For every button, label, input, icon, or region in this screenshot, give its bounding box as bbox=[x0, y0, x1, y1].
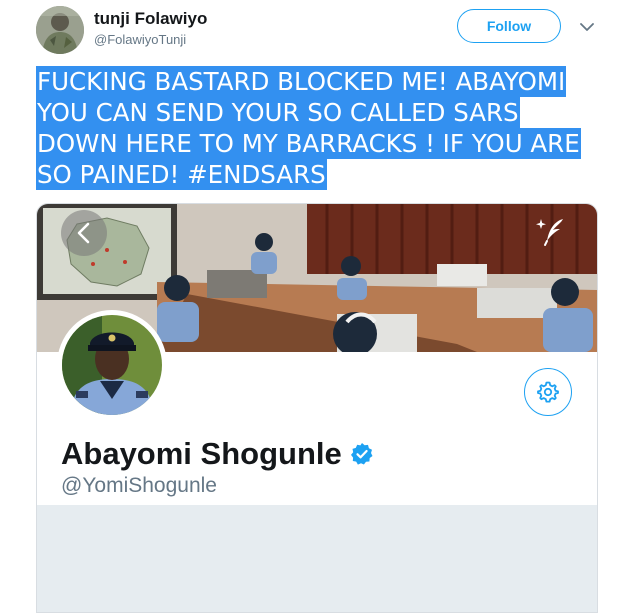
tweet-text-line: FUCKING BASTARD BLOCKED ME! ABAYOMI bbox=[36, 66, 567, 97]
chevron-down-icon[interactable] bbox=[578, 18, 596, 36]
tweet-text-line: SO PAINED! #ENDSARS bbox=[36, 159, 327, 190]
verified-badge-icon bbox=[350, 443, 373, 465]
profile-name-text: Abayomi Shogunle bbox=[61, 436, 342, 471]
author-avatar-image bbox=[36, 6, 84, 54]
tweet-text-line: YOU CAN SEND YOUR SO CALLED SARS bbox=[36, 97, 520, 128]
profile-card-footer bbox=[37, 505, 597, 612]
compose-button[interactable] bbox=[531, 214, 571, 248]
chevron-left-icon bbox=[77, 222, 90, 244]
settings-button[interactable] bbox=[524, 368, 572, 416]
back-button[interactable] bbox=[61, 210, 107, 256]
tweet-text[interactable]: FUCKING BASTARD BLOCKED ME! ABAYOMI YOU … bbox=[36, 66, 616, 190]
author-handle[interactable]: @FolawiyoTunji bbox=[94, 32, 186, 47]
author-name[interactable]: tunji Folawiyo bbox=[94, 9, 207, 29]
author-avatar[interactable] bbox=[36, 6, 84, 54]
profile-avatar[interactable] bbox=[57, 310, 167, 420]
gear-icon bbox=[537, 381, 559, 403]
compose-sparkle-icon bbox=[536, 219, 563, 246]
profile-handle: @YomiShogunle bbox=[61, 474, 217, 497]
follow-button[interactable]: Follow bbox=[457, 9, 561, 43]
profile-avatar-image bbox=[62, 315, 162, 415]
profile-name[interactable]: Abayomi Shogunle bbox=[61, 436, 374, 472]
tweet-text-line: DOWN HERE TO MY BARRACKS ! IF YOU ARE bbox=[36, 128, 581, 159]
attached-media[interactable]: Abayomi Shogunle @YomiShogunle bbox=[36, 203, 598, 613]
tweet-header: tunji Folawiyo @FolawiyoTunji Follow bbox=[0, 0, 635, 60]
